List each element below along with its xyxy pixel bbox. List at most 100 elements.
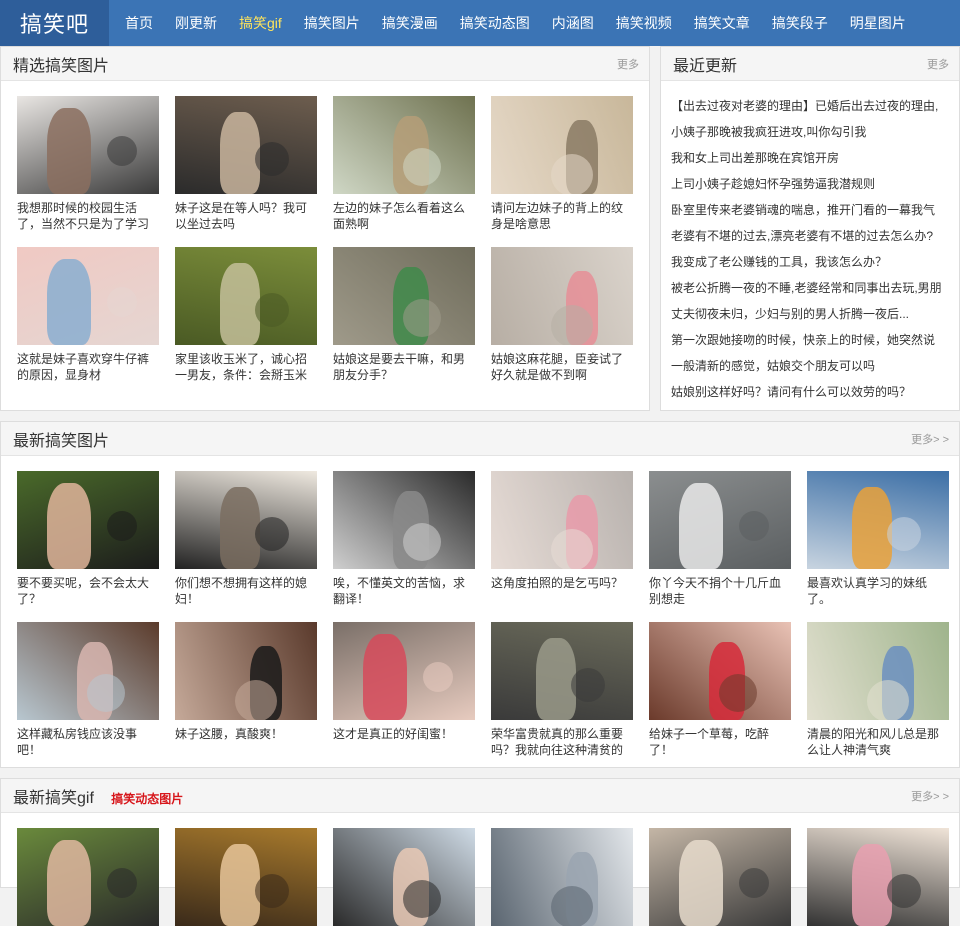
image-thumbnail[interactable] xyxy=(333,247,475,345)
image-card[interactable]: 妹子这是在等人吗？我可以坐过去吗 xyxy=(175,96,317,232)
image-caption[interactable]: 清晨的阳光和风儿总是那么让人神清气爽 xyxy=(807,726,949,758)
latest-gif-sublink[interactable]: 搞笑动态图片 xyxy=(111,792,183,806)
image-caption[interactable]: 姑娘这是要去干嘛，和男朋友分手？ xyxy=(333,351,475,383)
image-caption[interactable]: 你丫今天不捐个十几斤血别想走 xyxy=(649,575,791,607)
image-card[interactable] xyxy=(333,828,475,926)
nav-item[interactable]: 搞笑gif xyxy=(228,0,293,46)
image-thumbnail[interactable] xyxy=(491,471,633,569)
image-caption[interactable]: 最喜欢认真学习的妹纸了。 xyxy=(807,575,949,607)
recent-item[interactable]: 一般清新的感觉，姑娘交个朋友可以吗 xyxy=(671,353,953,379)
recent-item[interactable]: 我和女上司出差那晚在宾馆开房 xyxy=(671,145,953,171)
image-thumbnail[interactable] xyxy=(649,471,791,569)
image-thumbnail[interactable] xyxy=(175,247,317,345)
image-card[interactable]: 家里该收玉米了，诚心招一男友，条件：会掰玉米 xyxy=(175,247,317,383)
image-caption[interactable]: 左边的妹子怎么看着这么面熟啊 xyxy=(333,200,475,232)
image-thumbnail[interactable] xyxy=(491,622,633,720)
image-thumbnail[interactable] xyxy=(807,622,949,720)
image-card[interactable]: 这样藏私房钱应该没事吧！ xyxy=(17,622,159,758)
image-thumbnail[interactable] xyxy=(17,622,159,720)
image-thumbnail[interactable] xyxy=(649,828,791,926)
image-thumbnail[interactable] xyxy=(333,96,475,194)
image-card[interactable]: 请问左边妹子的背上的纹身是啥意思 xyxy=(491,96,633,232)
image-thumbnail[interactable] xyxy=(17,828,159,926)
recent-item[interactable]: 【出去过夜对老婆的理由】已婚后出去过夜的理由, xyxy=(671,93,953,119)
image-card[interactable]: 这就是妹子喜欢穿牛仔裤的原因，显身材 xyxy=(17,247,159,383)
image-thumbnail[interactable] xyxy=(17,471,159,569)
nav-item[interactable]: 明星图片 xyxy=(839,0,917,46)
image-caption[interactable]: 荣华富贵就真的那么重要吗？我就向往这种清贫的生 xyxy=(491,726,633,758)
image-card[interactable]: 给妹子一个草莓，吃醉了！ xyxy=(649,622,791,758)
nav-item[interactable]: 搞笑文章 xyxy=(683,0,761,46)
image-caption[interactable]: 这角度拍照的是乞丐吗？ xyxy=(491,575,633,607)
image-caption[interactable]: 这才是真正的好闺蜜！ xyxy=(333,726,475,758)
image-caption[interactable]: 要不要买呢，会不会太大了？ xyxy=(17,575,159,607)
image-card[interactable]: 最喜欢认真学习的妹纸了。 xyxy=(807,471,949,607)
image-thumbnail[interactable] xyxy=(491,96,633,194)
image-thumbnail[interactable] xyxy=(175,828,317,926)
image-caption[interactable]: 这就是妹子喜欢穿牛仔裤的原因，显身材 xyxy=(17,351,159,383)
image-card[interactable] xyxy=(175,828,317,926)
latest-pics-more-link[interactable]: 更多> > xyxy=(911,431,949,447)
recent-item[interactable]: 第一次跟她接吻的时候，快亲上的时候，她突然说 xyxy=(671,327,953,353)
image-card[interactable]: 唉，不懂英文的苦恼，求翻译！ xyxy=(333,471,475,607)
image-caption[interactable]: 你们想不想拥有这样的媳妇！ xyxy=(175,575,317,607)
image-caption[interactable]: 给妹子一个草莓，吃醉了！ xyxy=(649,726,791,758)
nav-item[interactable]: 搞笑视频 xyxy=(605,0,683,46)
nav-item[interactable]: 搞笑动态图 xyxy=(449,0,541,46)
latest-gif-more-link[interactable]: 更多> > xyxy=(911,788,949,804)
recent-item[interactable]: 上司小姨子趁媳妇怀孕强势逼我潜规则 xyxy=(671,171,953,197)
image-caption[interactable]: 妹子这是在等人吗？我可以坐过去吗 xyxy=(175,200,317,232)
image-card[interactable]: 妹子这腰，真酸爽！ xyxy=(175,622,317,758)
image-card[interactable] xyxy=(491,828,633,926)
image-thumbnail[interactable] xyxy=(17,96,159,194)
recent-item[interactable]: 小姨子那晚被我疯狂进攻,叫你勾引我 xyxy=(671,119,953,145)
image-card[interactable]: 你们想不想拥有这样的媳妇！ xyxy=(175,471,317,607)
image-caption[interactable]: 这样藏私房钱应该没事吧！ xyxy=(17,726,159,758)
image-card[interactable]: 要不要买呢，会不会太大了？ xyxy=(17,471,159,607)
nav-item[interactable]: 首页 xyxy=(109,0,164,46)
image-thumbnail[interactable] xyxy=(17,247,159,345)
image-thumbnail[interactable] xyxy=(333,828,475,926)
nav-item[interactable]: 刚更新 xyxy=(164,0,228,46)
recent-item[interactable]: 卧室里传来老婆销魂的喘息，推开门看的一幕我气 xyxy=(671,197,953,223)
image-card[interactable]: 这才是真正的好闺蜜！ xyxy=(333,622,475,758)
image-thumbnail[interactable] xyxy=(175,622,317,720)
recent-item[interactable]: 老婆有不堪的过去,漂亮老婆有不堪的过去怎么办? xyxy=(671,223,953,249)
image-thumbnail[interactable] xyxy=(333,471,475,569)
image-thumbnail[interactable] xyxy=(491,828,633,926)
image-card[interactable]: 你丫今天不捐个十几斤血别想走 xyxy=(649,471,791,607)
image-thumbnail[interactable] xyxy=(175,96,317,194)
image-card[interactable]: 这角度拍照的是乞丐吗？ xyxy=(491,471,633,607)
recent-item[interactable]: 被老公折腾一夜的不睡,老婆经常和同事出去玩,男朋 xyxy=(671,275,953,301)
image-card[interactable]: 清晨的阳光和风儿总是那么让人神清气爽 xyxy=(807,622,949,758)
image-card[interactable] xyxy=(807,828,949,926)
image-card[interactable]: 荣华富贵就真的那么重要吗？我就向往这种清贫的生 xyxy=(491,622,633,758)
image-card[interactable] xyxy=(649,828,791,926)
image-card[interactable]: 姑娘这是要去干嘛，和男朋友分手？ xyxy=(333,247,475,383)
image-caption[interactable]: 妹子这腰，真酸爽！ xyxy=(175,726,317,758)
image-caption[interactable]: 我想那时候的校园生活了，当然不只是为了学习 xyxy=(17,200,159,232)
image-thumbnail[interactable] xyxy=(649,622,791,720)
featured-more-link[interactable]: 更多 xyxy=(617,56,639,72)
nav-item[interactable]: 内涵图 xyxy=(541,0,605,46)
image-card[interactable]: 我想那时候的校园生活了，当然不只是为了学习 xyxy=(17,96,159,232)
recent-more-link[interactable]: 更多 xyxy=(927,56,949,72)
image-caption[interactable]: 请问左边妹子的背上的纹身是啥意思 xyxy=(491,200,633,232)
image-caption[interactable]: 家里该收玉米了，诚心招一男友，条件：会掰玉米 xyxy=(175,351,317,383)
image-thumbnail[interactable] xyxy=(333,622,475,720)
image-card[interactable]: 左边的妹子怎么看着这么面熟啊 xyxy=(333,96,475,232)
image-card[interactable] xyxy=(17,828,159,926)
image-thumbnail[interactable] xyxy=(175,471,317,569)
site-logo[interactable]: 搞笑吧 xyxy=(0,0,109,46)
nav-item[interactable]: 搞笑漫画 xyxy=(371,0,449,46)
nav-item[interactable]: 搞笑段子 xyxy=(761,0,839,46)
image-thumbnail[interactable] xyxy=(807,828,949,926)
recent-item[interactable]: 我变成了老公赚钱的工具，我该怎么办？ xyxy=(671,249,953,275)
image-caption[interactable]: 唉，不懂英文的苦恼，求翻译！ xyxy=(333,575,475,607)
recent-item[interactable]: 姑娘别这样好吗？请问有什么可以效劳的吗？ xyxy=(671,379,953,405)
image-card[interactable]: 姑娘这麻花腿，臣妾试了好久就是做不到啊 xyxy=(491,247,633,383)
nav-item[interactable]: 搞笑图片 xyxy=(293,0,371,46)
image-thumbnail[interactable] xyxy=(807,471,949,569)
image-caption[interactable]: 姑娘这麻花腿，臣妾试了好久就是做不到啊 xyxy=(491,351,633,383)
image-thumbnail[interactable] xyxy=(491,247,633,345)
